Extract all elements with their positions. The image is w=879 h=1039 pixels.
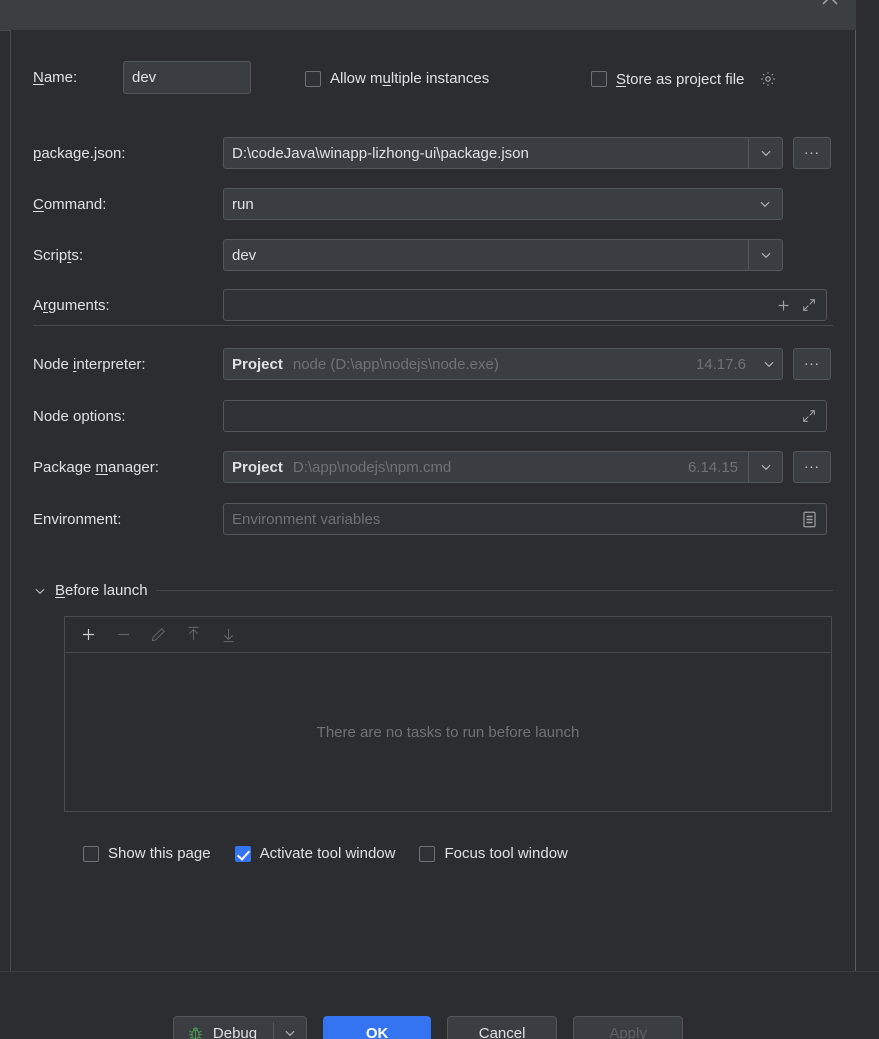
bug-icon [187,1025,204,1039]
before-launch-empty-message: There are no tasks to run before launch [316,723,580,741]
node-interpreter-browse-button[interactable]: ... [793,348,831,380]
scripts-value: dev [232,246,257,264]
list-edit-icon[interactable] [796,505,822,533]
environment-placeholder: Environment variables [232,510,381,528]
move-up-button [178,621,208,649]
move-down-button [213,621,243,649]
scripts-combo[interactable]: dev [223,239,783,271]
dialog-footer: Debug OK Cancel Apply CSDN @余生的观澜 [0,971,879,1039]
footer-button-bar: Debug OK Cancel Apply [0,1016,856,1039]
show-this-page-checkbox[interactable]: Show this page [83,845,211,862]
debug-button[interactable]: Debug [174,1017,273,1039]
node-interpreter-value: node (D:\app\nodejs\node.exe) [292,355,499,373]
package-json-label: package.json: [33,144,126,162]
name-input-value: dev [132,69,157,86]
ok-button[interactable]: OK [323,1016,432,1039]
package-manager-browse-button[interactable]: ... [793,451,831,483]
configuration-form: Name: dev Allow multiple instances Store… [11,30,855,971]
before-launch-toolbar [65,617,831,653]
store-as-project-file-checkbox[interactable]: Store as project file [591,70,777,88]
show-this-page-box[interactable] [83,845,99,862]
gear-icon[interactable] [759,70,777,88]
before-launch-header[interactable]: Before launch [33,582,833,599]
activate-tool-window-label: Activate tool window [259,845,396,862]
environment-label: Environment: [33,510,122,528]
name-label: Name: [33,69,78,86]
package-manager-value: D:\app\nodejs\npm.cmd [292,458,452,476]
node-options-label: Node options: [33,407,126,425]
allow-multiple-instances-box[interactable] [305,70,321,87]
expand-icon[interactable] [796,291,822,319]
package-manager-version: 6.14.15 [687,458,738,476]
chevron-down-icon[interactable] [33,584,47,598]
apply-button: Apply [573,1016,684,1039]
run-debug-configuration-dialog: Name: dev Allow multiple instances Store… [0,30,879,1039]
environment-input[interactable]: Environment variables [223,503,827,535]
node-interpreter-scope: Project [232,355,283,373]
arguments-input[interactable] [223,289,827,321]
debug-button-label: Debug [212,1024,258,1039]
name-input[interactable]: dev [123,61,251,94]
chevron-down-icon[interactable] [748,239,782,271]
node-interpreter-version: 14.17.6 [695,355,746,373]
chevron-down-icon[interactable] [748,137,782,169]
allow-multiple-instances-checkbox[interactable]: Allow multiple instances [305,70,489,87]
command-combo[interactable]: run [223,188,783,220]
node-options-row: Node options: [33,400,827,432]
activate-tool-window-checkbox[interactable]: Activate tool window [234,845,396,862]
store-as-project-file-label: Store as project file [616,70,745,88]
arguments-label: Arguments: [33,296,110,314]
edit-task-button [143,621,173,649]
remove-task-button [108,621,138,649]
package-manager-combo[interactable]: Project D:\app\nodejs\npm.cmd 6.14.15 [223,451,783,483]
package-json-browse-button[interactable]: ... [793,137,831,169]
add-task-button[interactable] [73,621,103,649]
allow-multiple-instances-label: Allow multiple instances [330,70,490,87]
before-launch-rule [155,590,833,591]
section-divider [33,325,833,326]
activate-tool-window-box[interactable] [234,845,251,862]
plus-icon[interactable] [770,291,796,319]
cancel-button[interactable]: Cancel [447,1016,558,1039]
chevron-down-icon[interactable] [756,348,782,380]
node-interpreter-row: Node interpreter: Project node (D:\app\n… [33,348,831,380]
before-launch-panel: There are no tasks to run before launch [64,616,832,812]
panel-right-rule [855,30,856,971]
node-interpreter-combo[interactable]: Project node (D:\app\nodejs\node.exe) 14… [223,348,783,380]
command-label: Command: [33,195,107,213]
before-launch-options: Show this page Activate tool window Focu… [83,845,568,862]
before-launch-title: Before launch [55,582,148,599]
debug-split-button[interactable]: Debug [172,1016,308,1039]
scripts-row: Scripts: dev [33,239,783,271]
package-manager-label: Package manager: [33,458,159,476]
command-row: Command: run [33,188,783,220]
name-row: Name: dev [33,61,251,94]
node-options-input[interactable] [223,400,827,432]
node-interpreter-label: Node interpreter: [33,355,146,373]
package-manager-row: Package manager: Project D:\app\nodejs\n… [33,451,831,483]
store-as-project-file-box[interactable] [591,71,607,87]
focus-tool-window-box[interactable] [419,845,436,862]
chevron-down-icon[interactable] [274,1017,306,1039]
package-manager-scope: Project [232,458,283,476]
package-json-value: D:\codeJava\winapp-lizhong-ui\package.js… [232,144,529,162]
show-this-page-label: Show this page [108,845,211,862]
package-json-row: package.json: D:\codeJava\winapp-lizhong… [33,137,831,169]
command-value: run [232,195,254,213]
chevron-down-icon[interactable] [748,451,782,483]
chevron-up-icon[interactable] [818,0,842,12]
expand-icon[interactable] [796,402,822,430]
focus-tool-window-checkbox[interactable]: Focus tool window [419,845,568,862]
environment-row: Environment: Environment variables [33,503,827,535]
scripts-label: Scripts: [33,246,84,264]
package-json-combo[interactable]: D:\codeJava\winapp-lizhong-ui\package.js… [223,137,783,169]
chevron-down-icon[interactable] [748,188,782,220]
arguments-row: Arguments: [33,289,827,321]
focus-tool-window-label: Focus tool window [444,845,568,862]
titlebar-right-gap [856,0,879,30]
window-titlebar [0,0,856,30]
